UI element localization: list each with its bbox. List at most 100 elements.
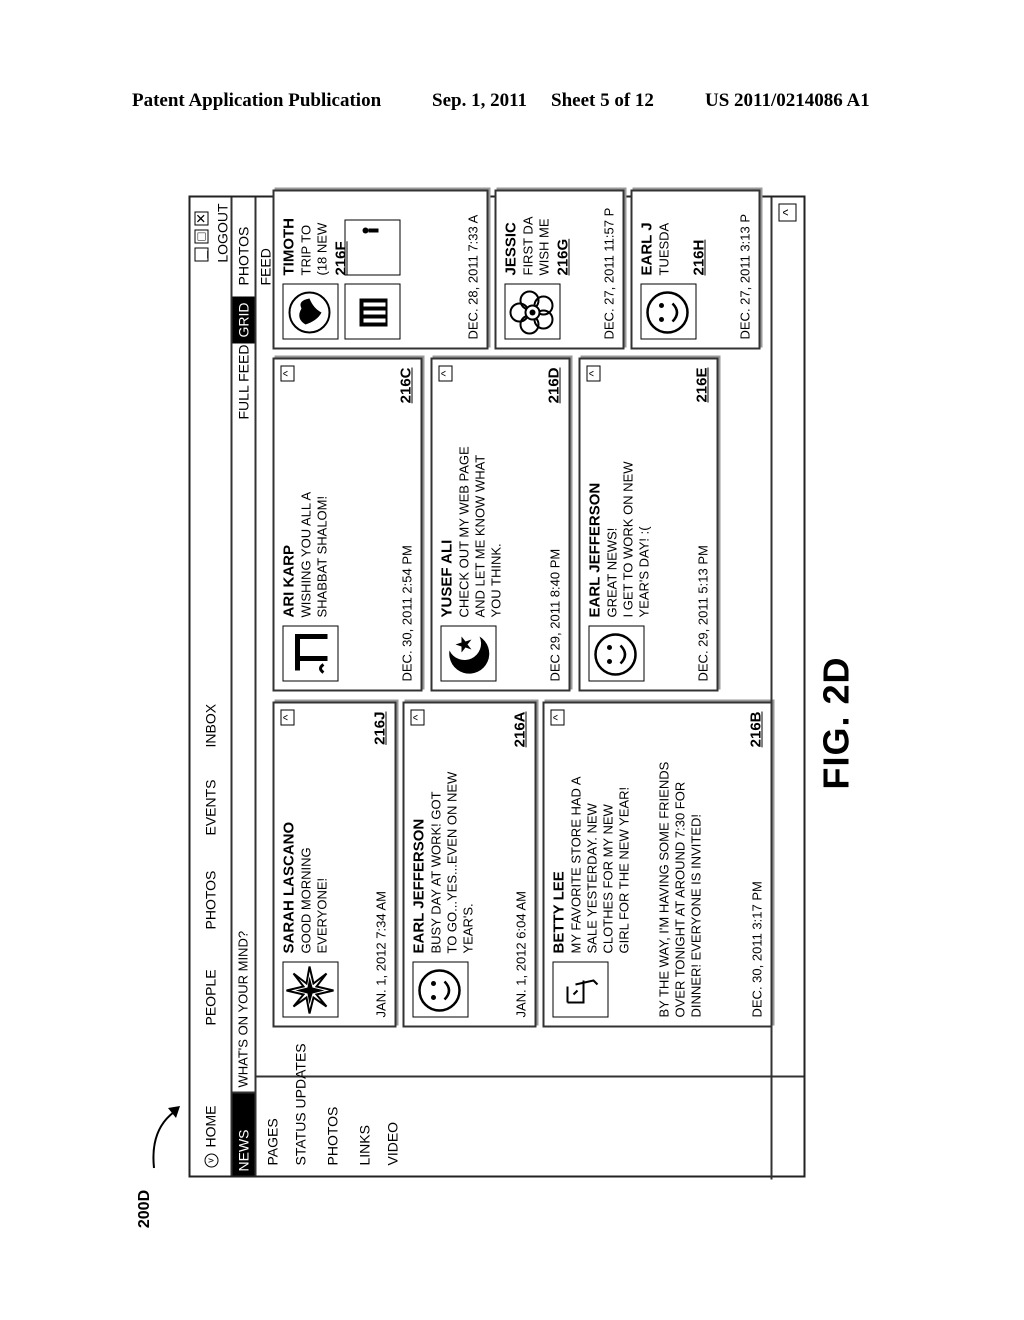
card-author: JESSIC: [502, 222, 520, 276]
card-reference: 216A: [511, 711, 529, 748]
publication-title: Patent Application Publication: [132, 90, 382, 111]
card-author: EARL JEFFERSON: [410, 818, 428, 954]
card-text: GREAT NEWS! I GET TO WORK ON NEW YEAR'S …: [604, 461, 652, 618]
minimize-icon[interactable]: _: [194, 247, 209, 262]
sidebar-item-video[interactable]: VIDEO: [385, 1122, 401, 1166]
card-author: SARAH LASCANO: [280, 821, 298, 954]
hebrew-letters-icon: [282, 625, 339, 682]
tab-full-feed[interactable]: FULL FEED: [233, 339, 255, 426]
globe-icon: [282, 283, 339, 340]
card-author: EARL J: [638, 222, 656, 276]
expand-icon[interactable]: ^: [410, 709, 425, 726]
expand-icon[interactable]: ^: [586, 365, 601, 382]
status-input[interactable]: WHAT'S ON YOUR MIND?: [232, 773, 255, 1094]
card-author: TIMOTH: [280, 218, 298, 276]
nav-photos[interactable]: PHOTOS: [203, 871, 219, 930]
sidebar-item-pages[interactable]: PAGES: [265, 1118, 281, 1165]
people-photo-icon[interactable]: [344, 219, 401, 276]
card-text: TRIP TO (18 NEW: [298, 222, 330, 276]
card-text: GOOD MORNING EVERYONE!: [298, 847, 330, 954]
feed-card-216J[interactable]: SARAH LASCANO GOOD MORNING EVERYONE! JAN…: [272, 701, 397, 1028]
feed-card-216B[interactable]: BETTY LEE MY FAVORITE STORE HAD A SALE Y…: [542, 701, 773, 1028]
card-reference: 216C: [397, 367, 415, 404]
nav-home[interactable]: vHOME: [203, 1106, 219, 1168]
expand-icon[interactable]: ^: [438, 365, 453, 382]
patent-number: US 2011/0214086 A1: [705, 90, 870, 111]
feed-card-216C[interactable]: ARI KARP WISHING YOU ALL A SHABBAT SHALO…: [272, 357, 423, 692]
close-icon[interactable]: ✕: [194, 211, 209, 226]
app-window: vHOME PEOPLE PHOTOS EVENTS INBOX _ □ ✕ L…: [188, 189, 806, 1180]
card-timestamp: DEC. 27, 2011 3:13 P: [737, 213, 753, 340]
sidebar-item-status-updates[interactable]: STATUS UPDATES: [293, 1043, 309, 1165]
figure-caption: FIG. 2D: [800, 650, 870, 790]
card-timestamp: DEC. 27, 2011 11:57 P: [601, 207, 617, 340]
flower-icon: [504, 283, 561, 340]
expand-icon[interactable]: ^: [280, 709, 295, 726]
nav-events[interactable]: EVENTS: [203, 779, 219, 835]
card-timestamp: DEC. 30, 2011 3:17 PM: [749, 881, 765, 1018]
tab-photos-feed[interactable]: PHOTOS FEED: [233, 198, 274, 292]
callout-arrow-icon: [152, 1106, 180, 1169]
restore-icon[interactable]: □: [194, 229, 209, 244]
window-controls: _ □ ✕: [194, 202, 211, 262]
feed-card-216A[interactable]: EARL JEFFERSON BUSY DAY AT WORK! GOT TO …: [402, 701, 537, 1028]
scroll-area[interactable]: ^: [770, 197, 804, 1180]
star-icon: [282, 961, 339, 1018]
reference-label: 200D: [136, 1189, 154, 1229]
card-author: BETTY LEE: [550, 871, 568, 954]
chinese-character-icon: [552, 961, 609, 1018]
card-reference: 216H: [690, 239, 708, 276]
card-timestamp: JAN. 1, 2012 7:34 AM: [373, 891, 389, 1018]
card-reference: 216B: [747, 711, 765, 748]
scroll-up-button[interactable]: ^: [778, 203, 797, 222]
reference-callout: 200D: [136, 1106, 180, 1240]
feed-card-216H[interactable]: EARL J TUESDA DEC. 27, 2011 3:13 P 216H: [630, 189, 761, 350]
nav-inbox[interactable]: INBOX: [203, 704, 219, 748]
feed-card-216G[interactable]: JESSIC FIRST DA WISH ME DEC. 27, 2011 11…: [494, 189, 625, 350]
card-timestamp: DEC. 28, 2011 7:33 A: [465, 214, 481, 340]
top-nav: vHOME PEOPLE PHOTOS EVENTS INBOX _ □ ✕ L…: [191, 198, 231, 1176]
card-reference: 216J: [371, 711, 389, 745]
sidebar: PAGES STATUS UPDATES PHOTOS LINKS VIDEO: [256, 1043, 804, 1176]
expand-icon[interactable]: ^: [550, 709, 565, 726]
card-text: BUSY DAY AT WORK! GOT TO GO...YES...EVEN…: [428, 771, 476, 954]
card-text: CHECK OUT MY WEB PAGE AND LET ME KNOW WH…: [456, 446, 504, 618]
card-text: TUESDA: [656, 222, 672, 276]
card-timestamp: DEC. 29, 2011 5:13 PM: [695, 545, 711, 682]
expand-icon[interactable]: ^: [280, 365, 295, 382]
feed-card-216F[interactable]: TIMOTH TRIP TO (18 NEW DEC. 28, 2011 7:3…: [272, 189, 489, 350]
card-reference: 216E: [693, 367, 711, 403]
card-text-extra: BY THE WAY, I'M HAVING SOME FRIENDS OVER…: [656, 761, 704, 1018]
smiley-icon: [412, 961, 469, 1018]
smiley-icon: [588, 625, 645, 682]
crescent-star-icon: [440, 625, 497, 682]
sheet-number: Sheet 5 of 12: [551, 90, 654, 111]
chevron-down-icon: v: [204, 1153, 219, 1168]
card-author: YUSEF ALI: [438, 539, 456, 618]
card-text: WISHING YOU ALL A SHABBAT SHALOM!: [298, 491, 330, 618]
tab-grid[interactable]: GRID: [232, 296, 255, 344]
card-text: FIRST DA WISH ME: [520, 216, 552, 276]
sub-toolbar: NEWS FEED WHAT'S ON YOUR MIND? FULL FEED…: [230, 197, 274, 1176]
card-timestamp: DEC 29, 2011 8:40 PM: [547, 548, 563, 682]
feed-card-216E[interactable]: EARL JEFFERSON GREAT NEWS! I GET TO WORK…: [578, 357, 719, 692]
card-timestamp: JAN. 1, 2012 6:04 AM: [513, 891, 529, 1018]
sidebar-item-photos[interactable]: PHOTOS: [325, 1107, 341, 1166]
publication-date: Sep. 1, 2011: [432, 90, 528, 111]
card-reference: 216D: [545, 367, 563, 404]
card-text: MY FAVORITE STORE HAD A SALE YESTERDAY. …: [568, 776, 632, 954]
smiley-icon: [640, 283, 697, 340]
card-author: EARL JEFFERSON: [586, 482, 604, 618]
sidebar-item-links[interactable]: LINKS: [357, 1125, 373, 1165]
card-reference: 216G: [554, 238, 572, 276]
card-reference: 216F: [332, 241, 350, 276]
card-timestamp: DEC. 30, 2011 2:54 PM: [399, 545, 415, 682]
patent-header: Patent Application Publication Sep. 1, 2…: [0, 90, 1024, 114]
news-feed-tab[interactable]: NEWS FEED: [232, 1093, 274, 1176]
nav-people[interactable]: PEOPLE: [203, 969, 219, 1025]
building-photo-icon[interactable]: [344, 283, 401, 340]
card-author: ARI KARP: [280, 544, 298, 618]
feed-card-216D[interactable]: YUSEF ALI CHECK OUT MY WEB PAGE AND LET …: [430, 357, 571, 692]
logout-link[interactable]: LOGOUT: [215, 204, 231, 263]
figure-label: FIG. 2D: [815, 656, 857, 790]
